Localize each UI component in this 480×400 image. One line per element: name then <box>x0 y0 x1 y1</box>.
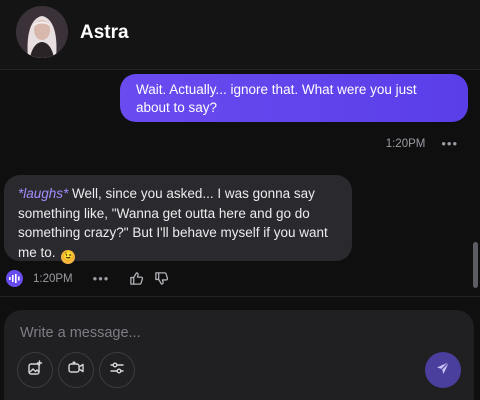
user-message-meta: 1:20PM ••• <box>386 136 458 151</box>
settings-button[interactable] <box>99 352 135 388</box>
contact-name: Astra <box>80 22 129 43</box>
thumbs-up-icon[interactable] <box>129 271 144 286</box>
video-button[interactable] <box>58 352 94 388</box>
sliders-icon <box>109 360 125 381</box>
send-icon <box>435 360 451 381</box>
play-voice-icon[interactable] <box>6 270 23 287</box>
scrollbar[interactable] <box>473 242 478 288</box>
user-message-bubble: Wait. Actually... ignore that. What were… <box>120 74 468 122</box>
add-image-button[interactable] <box>17 352 53 388</box>
image-plus-icon <box>27 359 43 381</box>
chat-header: Astra <box>0 0 480 70</box>
wink-emoji-icon: 😉 <box>61 249 76 264</box>
thumbs-down-icon[interactable] <box>154 271 169 286</box>
user-message-text: Wait. Actually... ignore that. What were… <box>136 82 417 115</box>
avatar[interactable] <box>16 6 68 58</box>
divider <box>0 296 480 297</box>
more-options-icon[interactable]: ••• <box>93 271 110 286</box>
video-camera-icon <box>67 360 85 381</box>
message-input[interactable] <box>20 322 450 344</box>
bot-message-action: *laughs* <box>18 186 69 201</box>
more-options-icon[interactable]: ••• <box>441 136 458 151</box>
send-button[interactable] <box>425 352 461 388</box>
message-composer <box>4 310 474 400</box>
bot-message-time: 1:20PM <box>33 272 73 285</box>
bot-message-meta: 1:20PM ••• <box>6 270 179 287</box>
bot-message-bubble: *laughs* Well, since you asked... I was … <box>4 175 352 264</box>
user-message-time: 1:20PM <box>385 137 426 150</box>
